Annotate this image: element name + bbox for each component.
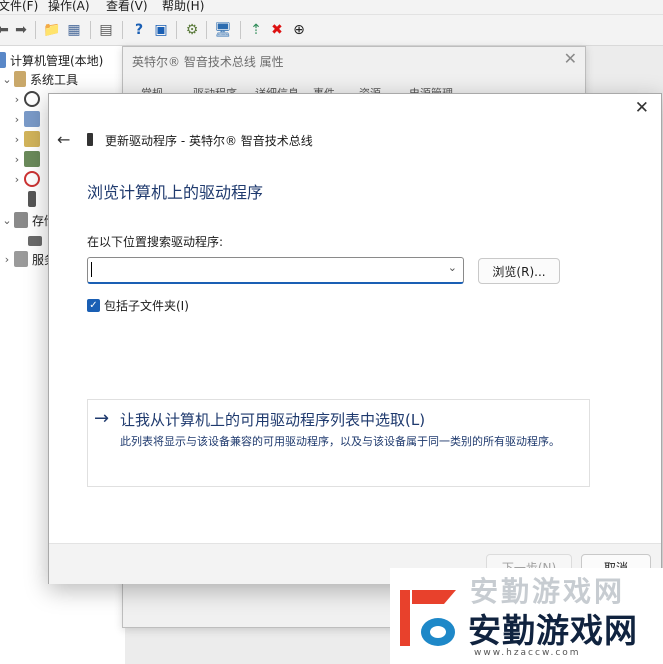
help-icon[interactable]: ? (130, 21, 148, 39)
include-subfolders-checkbox[interactable]: ✓ 包括子文件夹(I) (87, 297, 189, 314)
disable-icon[interactable]: ⊕ (290, 21, 308, 39)
storage-icon (14, 212, 28, 228)
chevron-down-icon[interactable]: ⌄ (0, 73, 14, 86)
toolbar: ⬅ ➡ 📁 ▦ ▤ ? ▣ ⚙ 🖥 ⇡ ✖ ⊕ (0, 15, 663, 46)
show-hide-tree-icon[interactable]: ▦ (65, 21, 83, 39)
close-icon[interactable]: ✕ (564, 49, 577, 68)
browse-button[interactable]: 浏览(R)... (478, 258, 560, 284)
chevron-right-icon[interactable]: › (10, 133, 24, 146)
back-arrow-icon[interactable]: ← (57, 130, 70, 149)
watermark-main-text: 安勤游戏网 (468, 611, 638, 650)
arrow-right-icon: → (94, 408, 110, 429)
toolbar-separator (35, 21, 36, 39)
properties-icon[interactable]: ▤ (97, 21, 115, 39)
device-icon (87, 133, 93, 146)
driver-path-input[interactable] (90, 260, 434, 280)
pick-from-list-title[interactable]: 让我从计算机上的可用驱动程序列表中选取(L) (120, 409, 425, 430)
tree-item-shared-folders[interactable]: › (10, 129, 44, 149)
computer-icon[interactable]: 🖥 (214, 21, 232, 39)
toolbar-separator (176, 21, 177, 39)
clock-icon (24, 91, 40, 107)
tree-item-disk-management[interactable] (24, 231, 46, 251)
menu-action[interactable]: 操作(A) (48, 0, 90, 14)
tree-item-system-tools[interactable]: ⌄ 系统工具 (0, 69, 78, 89)
computer-management-icon (0, 52, 6, 68)
watermark-url: www.hzaccw.com (474, 648, 581, 658)
back-arrow-icon[interactable]: ⬅ (0, 21, 12, 39)
watermark-logo-icon (400, 590, 456, 646)
chevron-right-icon[interactable]: › (10, 113, 24, 126)
scan-hardware-icon[interactable]: ⚙ (183, 21, 201, 39)
help-topics-icon[interactable]: ▣ (152, 21, 170, 39)
wizard-header: 更新驱动程序 - 英特尔® 智音技术总线 (105, 134, 313, 148)
update-driver-dialog: ✕ ← 更新驱动程序 - 英特尔® 智音技术总线 浏览计算机上的驱动程序 在以下… (48, 93, 662, 584)
toolbar-separator (122, 21, 123, 39)
search-location-label: 在以下位置搜索驱动程序: (87, 235, 224, 249)
menu-help[interactable]: 帮助(H) (162, 0, 204, 14)
toolbar-separator (90, 21, 91, 39)
pick-from-list-option[interactable]: → 让我从计算机上的可用驱动程序列表中选取(L) 此列表将显示与该设备兼容的可用… (87, 399, 590, 487)
chevron-down-icon[interactable]: ⌄ (448, 261, 457, 274)
update-driver-icon[interactable]: ⇡ (247, 21, 265, 39)
users-icon (24, 151, 40, 167)
device-manager-icon (28, 191, 36, 207)
tree-item-event-viewer[interactable]: › (10, 109, 44, 129)
toolbar-separator (206, 21, 207, 39)
pick-from-list-description: 此列表将显示与该设备兼容的可用驱动程序，以及与该设备属于同一类别的所有驱动程序。 (120, 435, 560, 448)
tree-item-performance[interactable]: › (10, 169, 44, 189)
properties-dialog-title: 英特尔® 智音技术总线 属性 (132, 55, 284, 69)
chevron-right-icon[interactable]: › (10, 173, 24, 186)
tree-item-users-groups[interactable]: › (10, 149, 44, 169)
chevron-right-icon[interactable]: › (0, 253, 14, 266)
toolbar-separator (240, 21, 241, 39)
uninstall-icon[interactable]: ✖ (268, 21, 286, 39)
event-viewer-icon (24, 111, 40, 127)
menu-file[interactable]: 文件(F) (0, 0, 38, 14)
chevron-right-icon[interactable]: › (10, 153, 24, 166)
watermark: 安勤游戏网 安勤游戏网 www.hzaccw.com (390, 568, 663, 664)
disk-icon (28, 236, 42, 246)
forward-arrow-icon[interactable]: ➡ (12, 21, 30, 39)
up-folder-icon[interactable]: 📁 (43, 21, 61, 39)
performance-icon (24, 171, 40, 187)
services-icon (14, 251, 28, 267)
driver-path-combobox[interactable]: ⌄ (87, 257, 464, 284)
chevron-down-icon[interactable]: ⌄ (0, 214, 14, 227)
menu-bar: 文件(F) 操作(A) 查看(V) 帮助(H) (0, 0, 663, 15)
tree-item-task-scheduler[interactable]: › (10, 89, 44, 109)
close-icon[interactable]: ✕ (635, 98, 649, 118)
menu-view[interactable]: 查看(V) (106, 0, 148, 14)
system-tools-icon (14, 71, 26, 87)
checkmark-icon[interactable]: ✓ (87, 299, 100, 312)
chevron-right-icon[interactable]: › (10, 93, 24, 106)
include-subfolders-label: 包括子文件夹(I) (104, 299, 189, 313)
tree-item-device-manager[interactable] (24, 189, 40, 209)
shared-folder-icon (24, 131, 40, 147)
tree-item-root[interactable]: 计算机管理(本地) (0, 50, 103, 70)
page-title: 浏览计算机上的驱动程序 (87, 183, 264, 202)
